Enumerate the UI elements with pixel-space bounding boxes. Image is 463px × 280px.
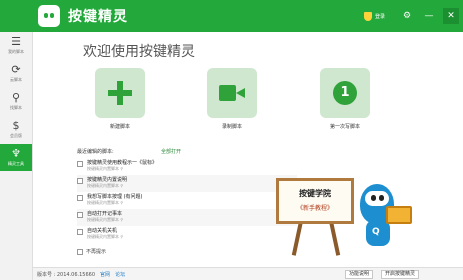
sidebar-item-label: 精灵工具 <box>8 161 24 166</box>
sidebar: ☰ 我的脚本 ⟳ 云脚本 ⚲ 找脚本 $ 会员版 ♆ 精灵工具 <box>0 32 33 280</box>
promo-title: 按键学院 <box>299 189 331 198</box>
plus-icon <box>108 81 132 105</box>
feature-info-button[interactable]: 功能说明 <box>345 270 374 279</box>
user-login[interactable]: 登录 <box>363 11 385 21</box>
dont-show-again-checkbox[interactable]: 不再提示 <box>77 248 106 255</box>
sidebar-item-label: 云脚本 <box>10 77 22 82</box>
sidebar-item-cloud-scripts[interactable]: ⟳ 云脚本 <box>0 60 32 87</box>
script-path: 按键精灵内置脚本 ⚲ <box>87 200 124 205</box>
open-app-button[interactable]: 开启按键精灵 <box>381 270 420 279</box>
list-item[interactable]: 按键精灵内置说明 按键精灵内置脚本 ⚲ <box>77 175 297 192</box>
script-path: 按键精灵内置脚本 ⚲ <box>87 166 124 171</box>
welcome-title: 欢迎使用按键精灵 <box>83 44 195 60</box>
sidebar-item-label: 我的脚本 <box>8 49 24 54</box>
version-text: 版本号 : 2014.06.15660 <box>37 271 96 278</box>
app-logo-icon <box>38 5 60 27</box>
sidebar-item-member[interactable]: $ 会员版 <box>0 116 32 143</box>
list-item[interactable]: 按键精灵使用教程示一《鼠标》 按键精灵内置脚本 ⚲ <box>77 158 297 175</box>
script-path: 按键精灵内置脚本 ⚲ <box>87 183 124 188</box>
sidebar-item-my-scripts[interactable]: ☰ 我的脚本 <box>0 32 32 59</box>
sidebar-item-label: 找脚本 <box>10 105 22 110</box>
mascot-letter: Q <box>372 227 380 237</box>
script-path: 按键精灵内置脚本 ⚲ <box>87 234 124 239</box>
sidebar-item-tools[interactable]: ♆ 精灵工具 <box>0 144 32 171</box>
script-checkbox[interactable] <box>77 229 83 235</box>
search-icon: ⚲ <box>11 91 21 104</box>
website-link[interactable]: 官网 <box>100 271 110 278</box>
open-all-link[interactable]: 全部打开 <box>161 148 181 155</box>
record-script-button[interactable]: 录制脚本 <box>207 68 257 130</box>
script-checkbox[interactable] <box>77 212 83 218</box>
title-bar: 按键精灵 登录 ⚙ — ✕ <box>0 0 463 32</box>
sidebar-item-find-scripts[interactable]: ⚲ 找脚本 <box>0 88 32 115</box>
first-script-button[interactable]: 1 第一次写脚本 <box>320 68 370 130</box>
shield-icon <box>363 11 372 21</box>
script-checkbox[interactable] <box>77 178 83 184</box>
script-path: 按键精灵内置脚本 ⚲ <box>87 217 124 222</box>
list-item[interactable]: 自动打开记事本 按键精灵内置脚本 ⚲ <box>77 209 297 226</box>
tools-icon: ♆ <box>11 147 21 160</box>
gear-icon[interactable]: ⚙ <box>399 8 415 24</box>
checkbox-box <box>77 248 83 255</box>
sidebar-item-label: 会员版 <box>10 133 22 138</box>
video-camera-icon <box>219 85 245 101</box>
book-icon <box>386 206 412 224</box>
script-checkbox[interactable] <box>77 195 83 201</box>
academy-promo[interactable]: 按键学院 《新手教程》 Q <box>268 148 428 258</box>
status-bar: 版本号 : 2014.06.15660 官网 论坛 功能说明 开启按键精灵 <box>33 267 463 280</box>
number-one-icon: 1 <box>333 81 357 105</box>
close-icon[interactable]: ✕ <box>443 8 459 24</box>
dont-show-again-label: 不再提示 <box>86 249 107 255</box>
easel-board: 按键学院 《新手教程》 <box>276 178 354 224</box>
menu-list-icon: ☰ <box>11 35 21 48</box>
script-checkbox[interactable] <box>77 161 83 167</box>
first-script-label: 第一次写脚本 <box>329 124 360 130</box>
new-script-label: 新建脚本 <box>109 124 130 130</box>
user-login-label: 登录 <box>374 13 385 20</box>
forum-link[interactable]: 论坛 <box>115 271 125 278</box>
new-script-button[interactable]: 新建脚本 <box>95 68 145 130</box>
recent-script-list: 按键精灵使用教程示一《鼠标》 按键精灵内置脚本 ⚲ 按键精灵内置说明 按键精灵内置脚… <box>77 158 297 243</box>
promo-subtitle: 《新手教程》 <box>296 205 333 212</box>
record-script-label: 录制脚本 <box>221 124 242 130</box>
app-title: 按键精灵 <box>68 9 128 25</box>
dollar-icon: $ <box>12 119 20 132</box>
cloud-sync-icon: ⟳ <box>11 63 21 76</box>
list-item[interactable]: 我想写脚本按理 (有问题) 按键精灵内置脚本 ⚲ <box>77 192 297 209</box>
recent-scripts-header: 最近编辑的脚本: <box>77 149 114 155</box>
list-item[interactable]: 自动关机关机 按键精灵内置脚本 ⚲ <box>77 226 297 243</box>
minimize-icon[interactable]: — <box>421 8 437 24</box>
